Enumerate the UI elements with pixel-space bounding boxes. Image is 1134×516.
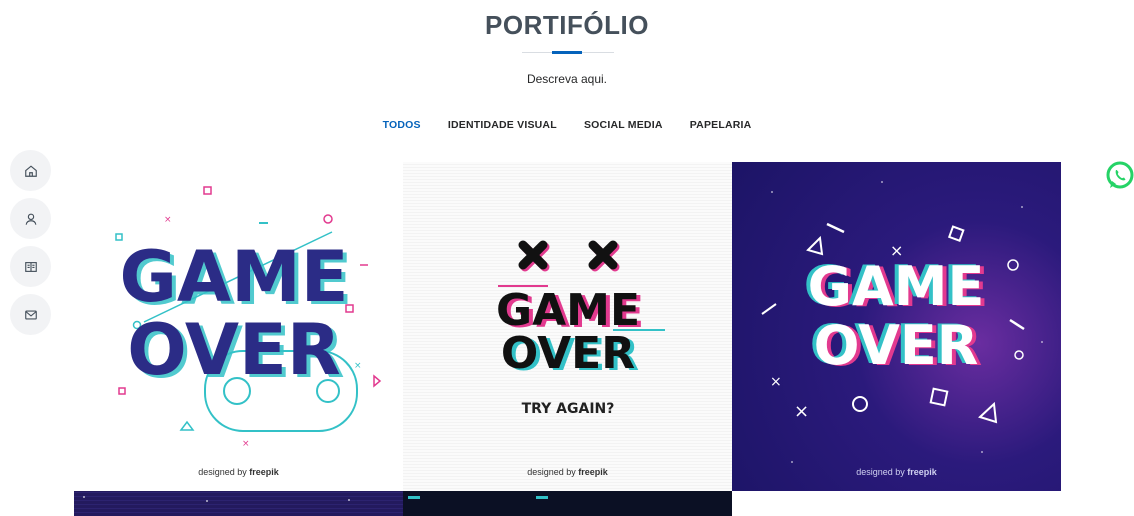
game-over-neon-artwork: × × × GAME GAME GAME OVER OVER OVER [761, 181, 1043, 463]
partial-artwork [83, 496, 350, 502]
artwork-text-game: GAME [808, 255, 985, 318]
svg-text:×: × [242, 439, 250, 449]
artwork-text-game: GAME [119, 236, 348, 318]
freepik-credit: designed by freepik [198, 467, 279, 477]
partial-artwork [408, 496, 548, 499]
nav-contact-button[interactable] [10, 294, 51, 335]
filter-social-media[interactable]: SOCIAL MEDIA [584, 119, 663, 131]
nav-about-button[interactable] [10, 198, 51, 239]
portfolio-item-game-over-glitch[interactable]: GAME GAME OVER OVER TRY AGAIN? designed … [403, 162, 732, 491]
filter-todos[interactable]: TODOS [383, 119, 421, 131]
svg-text:×: × [354, 361, 362, 371]
game-over-glitch-artwork: GAME GAME OVER OVER TRY AGAIN? [496, 240, 665, 417]
page-subtitle: Descreva aqui. [526, 72, 608, 86]
book-icon [24, 261, 37, 272]
home-icon [24, 164, 37, 177]
freepik-credit: designed by freepik [527, 467, 608, 477]
artwork-text-over: OVER [814, 314, 979, 377]
artwork-text-over: OVER [501, 328, 635, 379]
portfolio-item-game-over-neon[interactable]: × × × GAME GAME GAME OVER OVER OVER desi… [732, 162, 1061, 491]
portfolio-item-partial[interactable] [74, 491, 403, 516]
freepik-credit: designed by freepik [856, 467, 937, 477]
nav-home-button[interactable] [10, 150, 51, 191]
whatsapp-icon[interactable] [1105, 160, 1134, 192]
portfolio-filters: TODOS IDENTIDADE VISUAL SOCIAL MEDIA PAP… [0, 119, 1134, 131]
game-over-artwork: × × × GAME GAME OVER OVER [115, 186, 382, 449]
svg-text:×: × [770, 374, 782, 390]
artwork-tagline: TRY AGAIN? [522, 401, 615, 417]
mail-icon [24, 309, 37, 320]
artwork-text-over: OVER [127, 309, 341, 391]
side-nav [10, 150, 51, 342]
title-divider-accent [552, 51, 582, 54]
svg-text:×: × [164, 215, 172, 225]
svg-text:×: × [794, 401, 809, 422]
portfolio-item-partial[interactable] [403, 491, 732, 516]
page-title: PORTIFÓLIO [485, 10, 649, 40]
user-icon [25, 213, 36, 225]
filter-papelaria[interactable]: PAPELARIA [690, 119, 752, 131]
nav-portfolio-button[interactable] [10, 246, 51, 287]
filter-identidade-visual[interactable]: IDENTIDADE VISUAL [448, 119, 557, 131]
portfolio-item-game-over-pastel[interactable]: × × × GAME GAME OVER OVER designed by fr… [74, 162, 403, 491]
